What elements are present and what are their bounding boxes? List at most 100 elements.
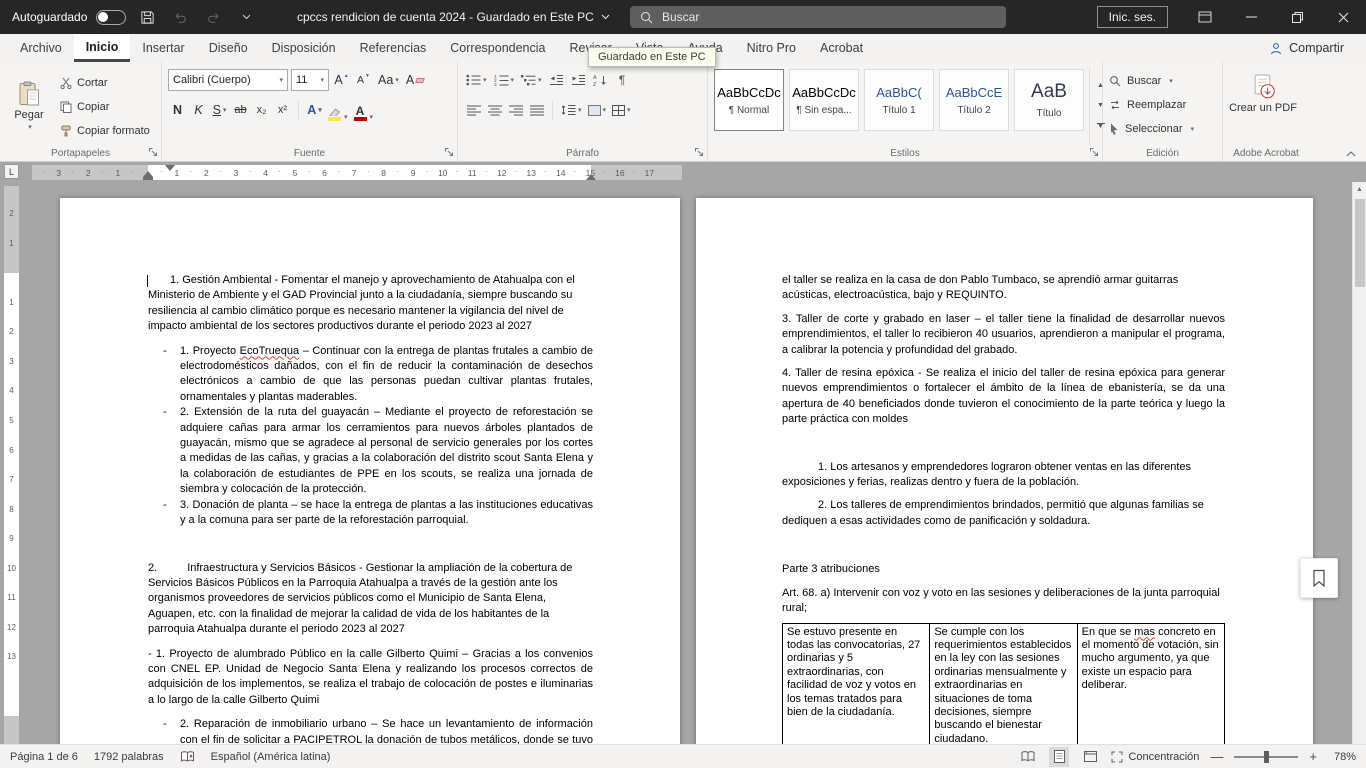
proofing-status-icon[interactable] <box>180 751 195 763</box>
language-indicator[interactable]: Español (América latina) <box>211 751 331 763</box>
format-painter-button[interactable]: Copiar formato <box>60 120 150 141</box>
read-mode-button[interactable] <box>1018 747 1038 767</box>
replace-button[interactable]: Reemplazar <box>1109 95 1216 115</box>
estilos-dialog-launcher[interactable] <box>1089 147 1099 157</box>
sort-button[interactable]: AZ <box>591 69 610 91</box>
style-heading-1[interactable]: AaBbC( Título 1 <box>864 69 934 131</box>
font-color-button[interactable]: A ▾ <box>352 99 376 121</box>
style-no-spacing[interactable]: AaBbCcDc ¶ Sin espa... <box>789 69 859 131</box>
borders-button[interactable]: ▾ <box>610 99 633 121</box>
increase-indent-button[interactable] <box>569 69 588 91</box>
text-effects-button[interactable]: A▾ <box>305 99 324 121</box>
table-cell[interactable]: Se estuvo presente en todas las convocat… <box>783 623 930 744</box>
page-indicator[interactable]: Página 1 de 6 <box>10 751 78 763</box>
shrink-font-button[interactable]: A▼ <box>354 69 373 91</box>
ribbon-display-options-icon[interactable] <box>1182 0 1228 34</box>
bold-button[interactable]: N <box>168 99 187 121</box>
highlight-button[interactable]: ▾ <box>326 99 350 121</box>
scroll-up-icon[interactable]: ▲ <box>1353 182 1366 197</box>
table-cell[interactable]: En que se mas concreto en el momento de … <box>1077 623 1224 744</box>
vertical-ruler[interactable]: 2112345678910111213 <box>4 186 19 744</box>
cut-button[interactable]: Cortar <box>60 72 150 93</box>
font-size-select[interactable]: 11▾ <box>291 69 329 91</box>
zoom-out-button[interactable]: — <box>1210 752 1223 762</box>
right-indent-marker[interactable] <box>586 174 596 180</box>
horizontal-ruler[interactable]: 3211234567891011121314151617 <box>32 165 682 180</box>
decrease-indent-button[interactable] <box>547 69 566 91</box>
clear-formatting-button[interactable]: A <box>404 69 426 91</box>
superscript-button[interactable]: x² <box>273 99 292 121</box>
undo-icon[interactable] <box>168 4 192 30</box>
underline-button[interactable]: S▾ <box>210 99 229 121</box>
bullets-button[interactable]: ▾ <box>464 69 489 91</box>
tab-diseno[interactable]: Diseño <box>197 34 260 62</box>
svg-text:A: A <box>593 75 597 81</box>
tab-insertar[interactable]: Insertar <box>130 34 196 62</box>
table-cell[interactable]: Se cumple con los requerimientos estable… <box>930 623 1077 744</box>
scrollbar-thumb[interactable] <box>1355 199 1365 287</box>
zoom-percentage[interactable]: 78% <box>1328 751 1356 763</box>
align-left-button[interactable] <box>464 99 483 121</box>
align-right-button[interactable] <box>506 99 525 121</box>
align-center-button[interactable] <box>485 99 504 121</box>
share-button[interactable]: Compartir <box>1256 34 1358 62</box>
style-normal[interactable]: AaBbCcDc ¶ Normal <box>714 69 784 131</box>
save-icon[interactable] <box>135 4 159 30</box>
restore-button[interactable] <box>1274 0 1320 34</box>
autosave-toggle[interactable] <box>96 10 126 25</box>
page-1[interactable]: 1. Gestión Ambiental - Fomentar el manej… <box>60 198 680 744</box>
find-button[interactable]: Buscar▾ <box>1109 71 1216 91</box>
create-pdf-button[interactable]: Crear un PDF <box>1229 67 1297 114</box>
tab-referencias[interactable]: Referencias <box>348 34 439 62</box>
paste-button[interactable]: Pegar ▾ <box>6 67 52 145</box>
italic-button[interactable]: K <box>189 99 208 121</box>
style-heading-2[interactable]: AaBbCcE Título 2 <box>939 69 1009 131</box>
strikethrough-button[interactable]: ab <box>231 99 250 121</box>
print-layout-button[interactable] <box>1049 747 1069 767</box>
copy-button[interactable]: Copiar <box>60 96 150 117</box>
tab-nitro-pro[interactable]: Nitro Pro <box>735 34 808 62</box>
minimize-button[interactable] <box>1228 0 1274 34</box>
tab-stop-selector[interactable]: L <box>4 164 19 179</box>
collapse-ribbon-button[interactable] <box>1346 151 1356 157</box>
vertical-scrollbar[interactable]: ▲ <box>1352 182 1366 744</box>
tab-archivo[interactable]: Archivo <box>8 34 74 62</box>
web-layout-button[interactable] <box>1080 747 1100 767</box>
tab-acrobat[interactable]: Acrobat <box>808 34 875 62</box>
subscript-button[interactable]: x₂ <box>252 99 271 121</box>
search-box[interactable]: Buscar <box>630 6 1006 28</box>
tab-correspondencia[interactable]: Correspondencia <box>438 34 557 62</box>
margin-note-button[interactable] <box>1300 558 1338 598</box>
sign-in-button[interactable]: Inic. ses. <box>1097 6 1168 28</box>
page-2[interactable]: el taller se realiza en la casa de don P… <box>696 198 1313 744</box>
focus-mode-button[interactable]: Concentración <box>1111 751 1199 763</box>
document-title[interactable]: cpccs rendicion de cuenta 2024 - Guardad… <box>297 0 610 34</box>
show-marks-button[interactable]: ¶ <box>613 69 632 91</box>
align-justify-button[interactable] <box>527 99 546 121</box>
caret-down-icon: ▾ <box>511 76 515 84</box>
font-name-select[interactable]: Calibri (Cuerpo)▾ <box>168 69 288 91</box>
style-title[interactable]: AaB Título <box>1014 69 1084 131</box>
word-count[interactable]: 1792 palabras <box>94 751 164 763</box>
close-button[interactable] <box>1320 0 1366 34</box>
tab-disposicion[interactable]: Disposición <box>260 34 348 62</box>
document-table[interactable]: Se estuvo presente en todas las convocat… <box>782 623 1225 745</box>
numbering-button[interactable]: 123▾ <box>492 69 517 91</box>
quick-access-caret-icon[interactable] <box>234 4 258 30</box>
tab-inicio[interactable]: Inicio <box>74 34 131 62</box>
shading-button[interactable]: ▾ <box>586 99 609 121</box>
select-button[interactable]: Seleccionar▾ <box>1109 119 1216 139</box>
change-case-button[interactable]: Aa▾ <box>376 69 401 91</box>
zoom-slider-thumb[interactable] <box>1264 751 1269 763</box>
first-line-indent-marker[interactable] <box>165 165 175 171</box>
parrafo-dialog-launcher[interactable] <box>694 147 704 157</box>
fuente-dialog-launcher[interactable] <box>444 147 454 157</box>
zoom-in-button[interactable]: + <box>1309 752 1317 762</box>
multilevel-list-button[interactable]: ▾ <box>519 69 544 91</box>
grow-font-button[interactable]: A▲ <box>332 69 351 91</box>
redo-icon[interactable] <box>201 4 225 30</box>
line-spacing-button[interactable]: ▾ <box>559 99 584 121</box>
zoom-slider[interactable] <box>1234 756 1298 758</box>
portapapeles-dialog-launcher[interactable] <box>148 147 158 157</box>
left-indent-marker[interactable] <box>143 177 153 180</box>
